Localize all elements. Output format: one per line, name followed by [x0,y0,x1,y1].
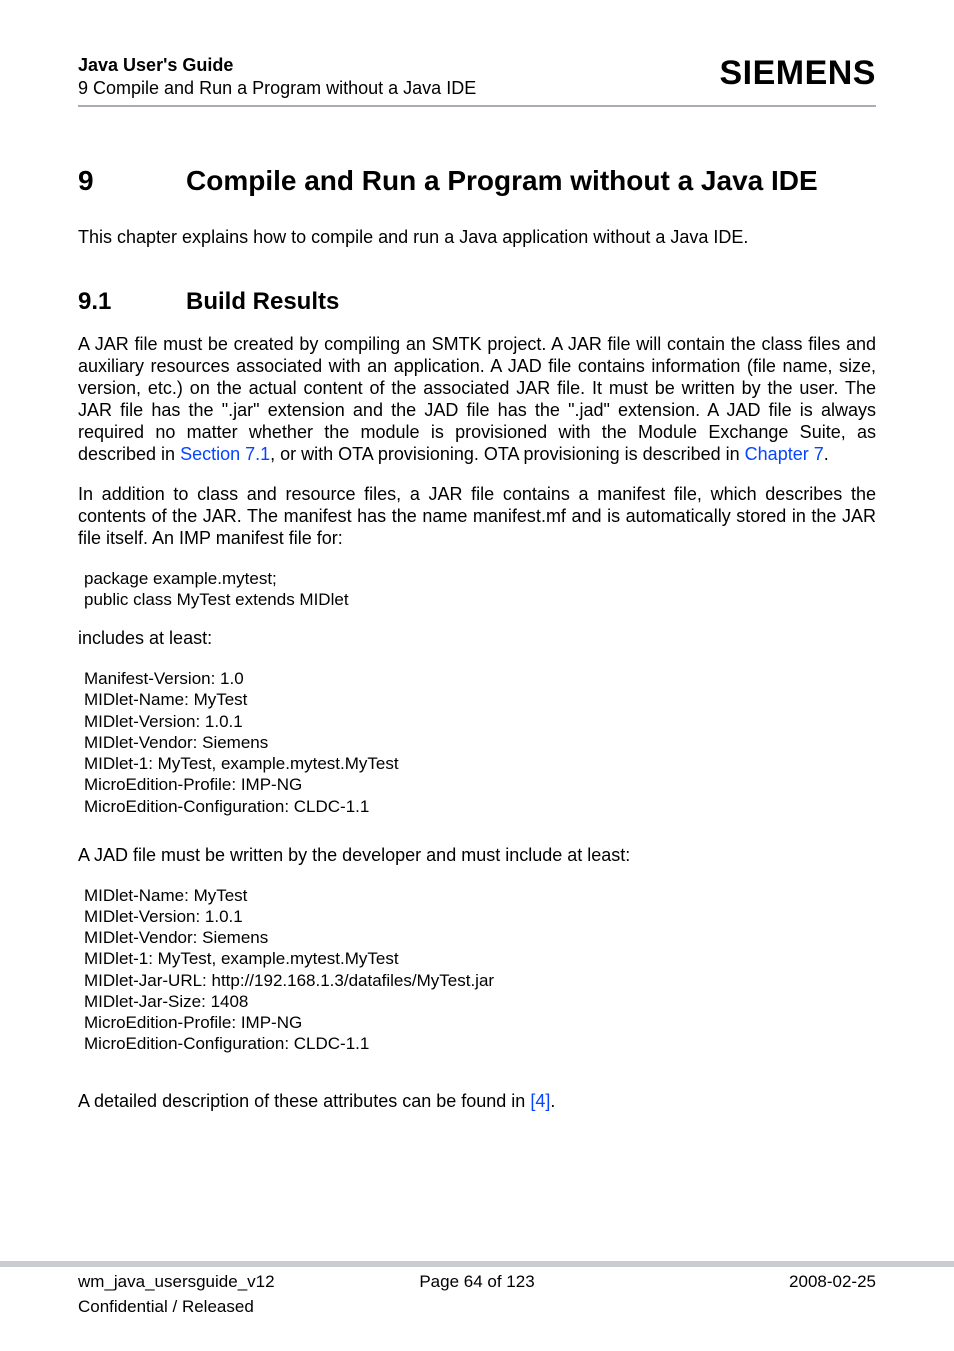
chapter-heading: 9Compile and Run a Program without a Jav… [78,165,876,197]
page-header: Java User's Guide 9 Compile and Run a Pr… [78,54,876,107]
code-block-1: package example.mytest; public class MyT… [84,568,876,611]
section-number: 9.1 [78,288,186,316]
paragraph-4: A JAD file must be written by the develo… [78,845,876,867]
chapter-title: Compile and Run a Program without a Java… [186,165,818,196]
link-section-7-1[interactable]: Section 7.1 [180,444,270,464]
footer-doc-id: wm_java_usersguide_v12 [78,1272,275,1291]
footer-confidential: Confidential / Released [78,1296,254,1317]
p1-text-b: , or with OTA provisioning. OTA provisio… [270,444,745,464]
header-title: Java User's Guide [78,54,476,77]
section-heading: 9.1Build Results [78,288,876,316]
footer-left: wm_java_usersguide_v12 [78,1271,275,1292]
header-left: Java User's Guide 9 Compile and Run a Pr… [78,54,476,99]
link-reference-4[interactable]: [4] [530,1091,550,1111]
paragraph-3: includes at least: [78,628,876,650]
chapter-number: 9 [78,165,186,197]
p1-text-c: . [824,444,829,464]
p5-text-b: . [550,1091,555,1111]
chapter-intro: This chapter explains how to compile and… [78,227,876,248]
section-title: Build Results [186,288,339,315]
code-block-2: Manifest-Version: 1.0 MIDlet-Name: MyTes… [84,668,876,817]
paragraph-1: A JAR file must be created by compiling … [78,334,876,466]
footer-date: 2008-02-25 [789,1271,876,1292]
paragraph-5: A detailed description of these attribut… [78,1091,876,1113]
siemens-logo: SIEMENS [719,56,876,90]
p5-text-a: A detailed description of these attribut… [78,1091,530,1111]
link-chapter-7[interactable]: Chapter 7 [745,444,824,464]
code-block-3: MIDlet-Name: MyTest MIDlet-Version: 1.0.… [84,885,876,1055]
header-subtitle: 9 Compile and Run a Program without a Ja… [78,77,476,100]
page-footer: wm_java_usersguide_v12 Page 64 of 123 20… [0,1261,954,1318]
paragraph-2: In addition to class and resource files,… [78,484,876,550]
